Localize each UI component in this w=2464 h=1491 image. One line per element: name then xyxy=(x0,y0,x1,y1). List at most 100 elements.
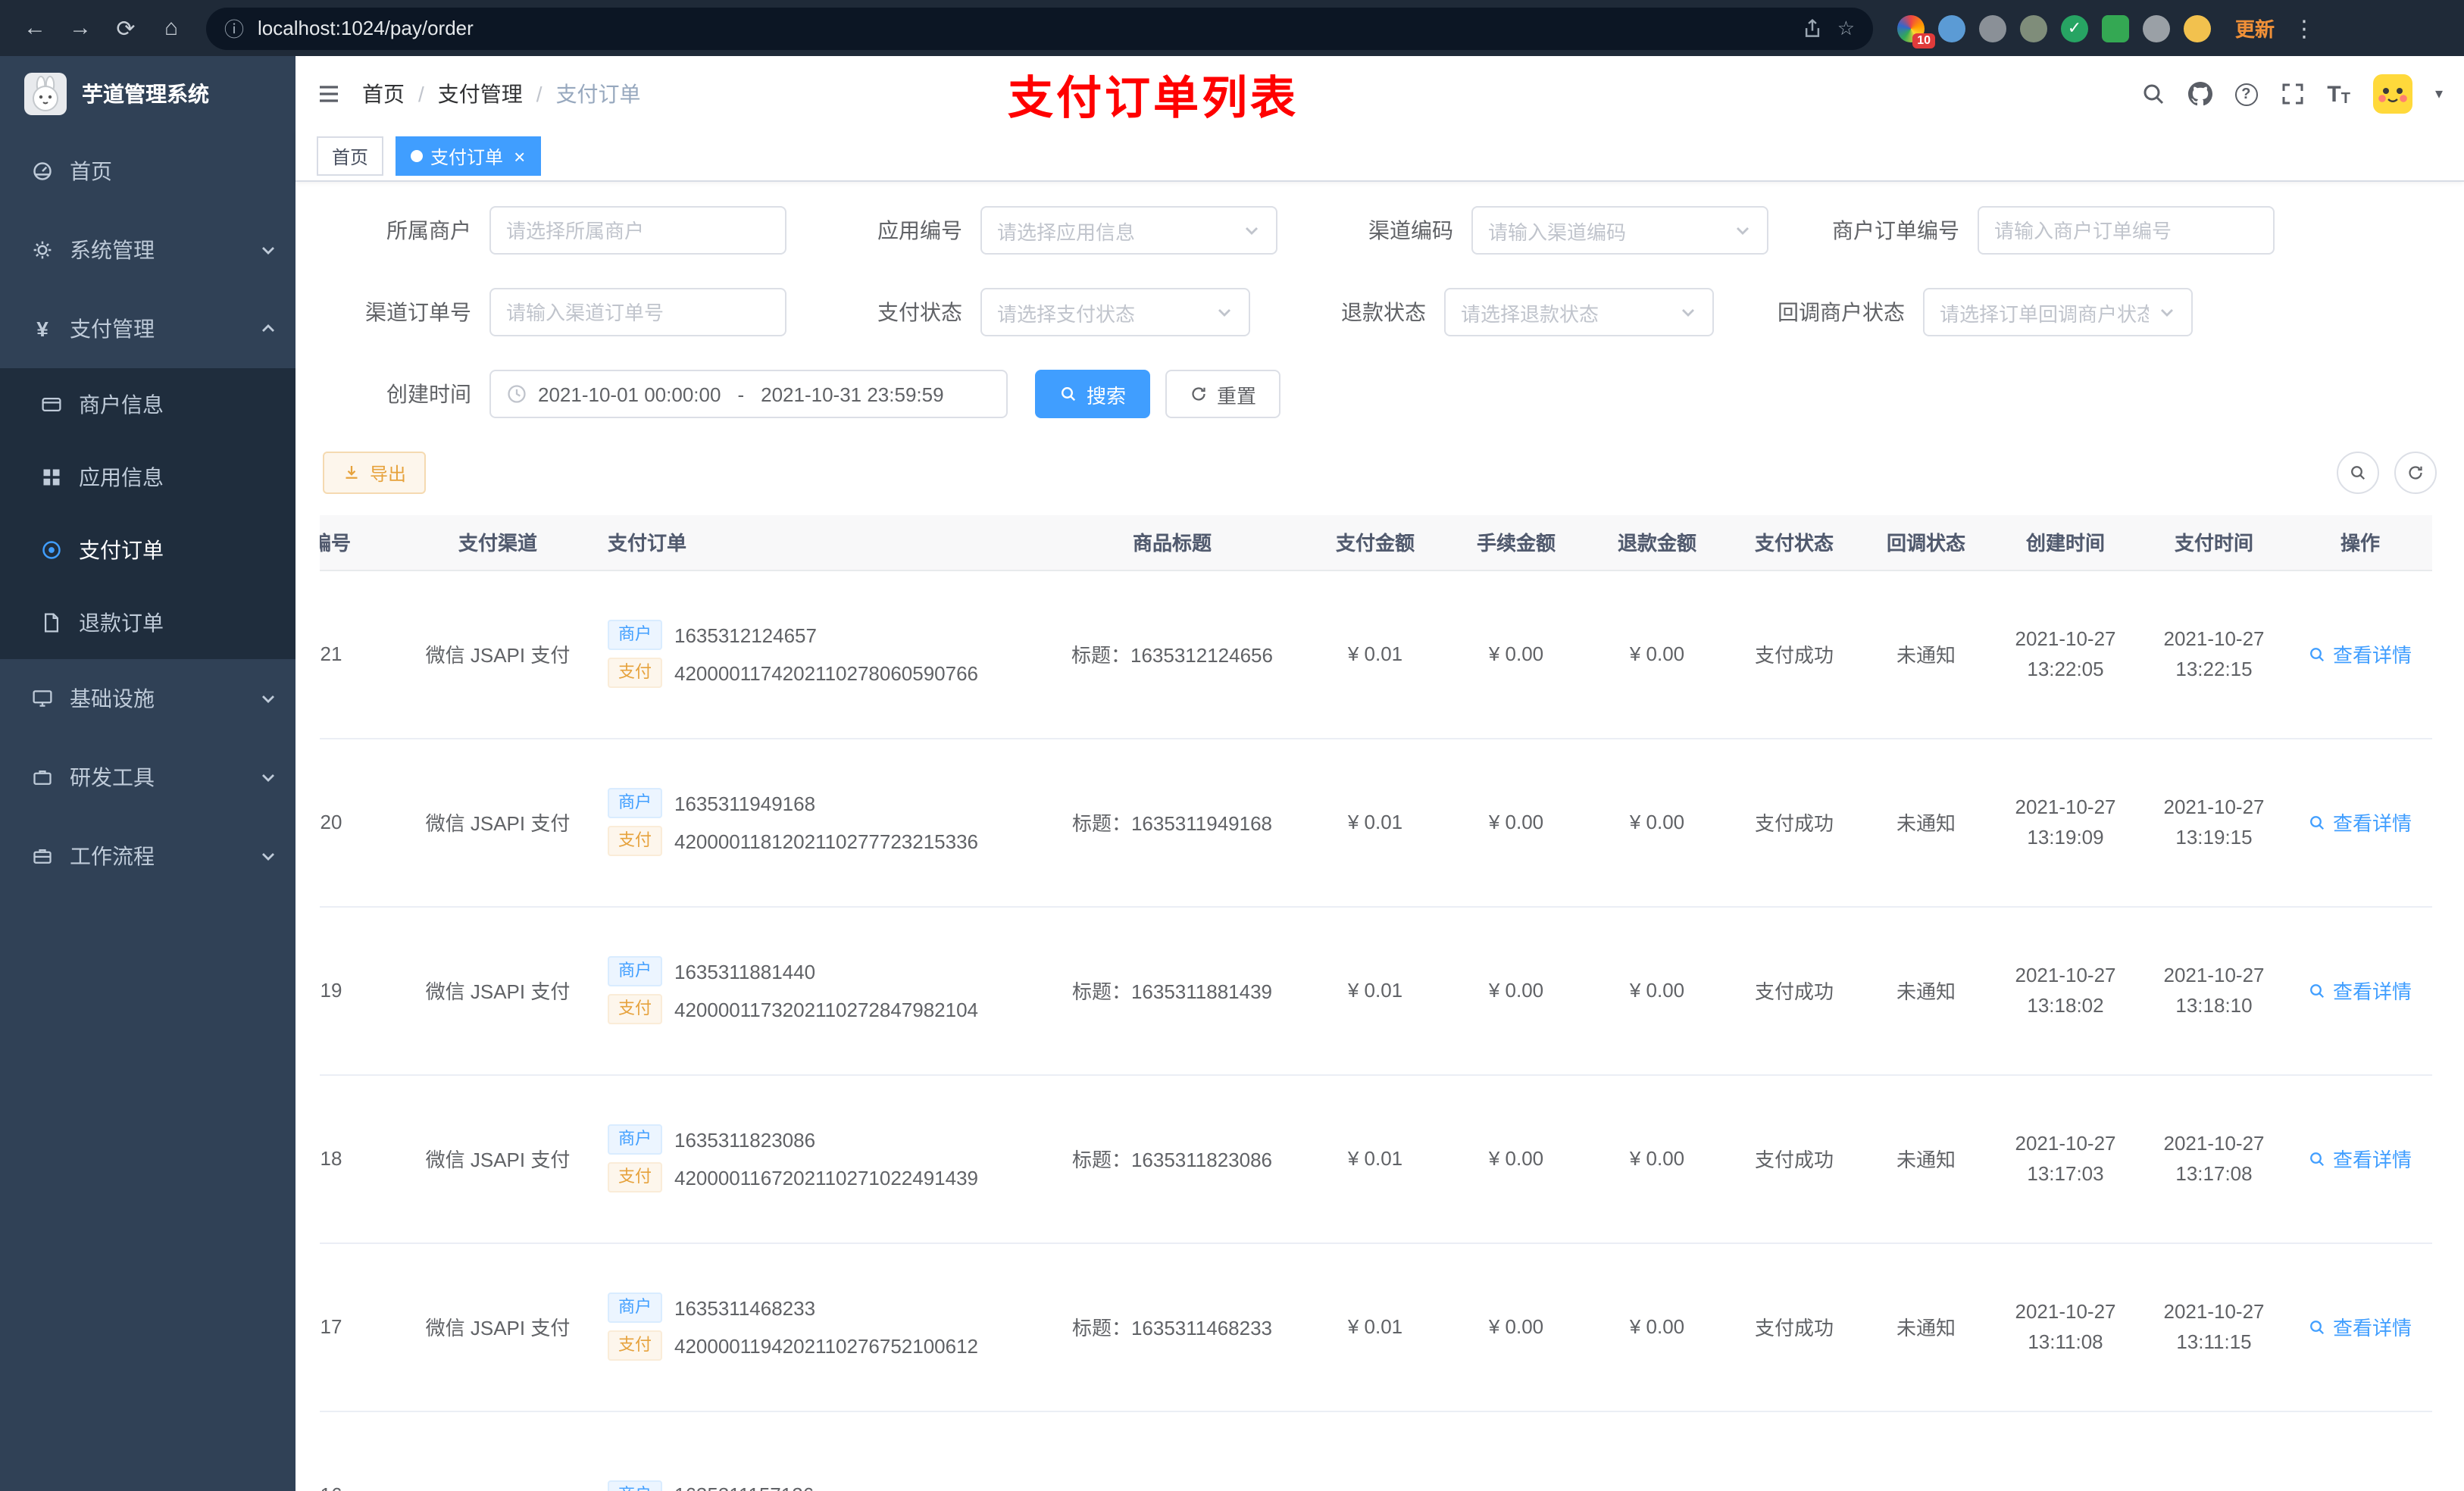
merchant-select[interactable] xyxy=(489,206,786,255)
merchant-input[interactable] xyxy=(506,219,770,242)
browser-chrome: ← → ⟳ ⌂ ⓘ localhost:1024/pay/order ☆ 10 … xyxy=(0,0,2464,56)
search-icon[interactable] xyxy=(2140,82,2165,106)
create-time-range-picker[interactable]: 2021-10-01 00:00:00 - 2021-10-31 23:59:5… xyxy=(489,370,1008,418)
export-button[interactable]: 导出 xyxy=(323,452,427,494)
channel-code-select[interactable]: 请输入渠道编码 xyxy=(1471,206,1768,255)
avatar-extension-icon[interactable] xyxy=(2184,14,2211,42)
extension-icon-6[interactable] xyxy=(2102,14,2129,42)
address-bar[interactable]: ⓘ localhost:1024/pay/order ☆ xyxy=(206,7,1873,49)
cell-id: 18 xyxy=(320,1074,403,1243)
sidebar-item-label: 商户信息 xyxy=(79,392,164,417)
refresh-button[interactable] xyxy=(2394,452,2437,494)
cell-action: 查看详情 xyxy=(2288,1074,2432,1243)
extension-icon-4[interactable] xyxy=(2020,14,2047,42)
cell-pay-time: 2021-10-27 13:17:08 xyxy=(2140,1074,2288,1243)
browser-update-button[interactable]: 更新 xyxy=(2235,14,2275,42)
cell-action: 查看详情 xyxy=(2288,1242,2432,1411)
sidebar-item-pay-order[interactable]: 支付订单 xyxy=(0,514,295,586)
sidebar-item-refund-order[interactable]: 退款订单 xyxy=(0,586,295,659)
document-icon xyxy=(39,612,64,633)
browser-back-button[interactable]: ← xyxy=(15,8,55,48)
sidebar-item-label: 基础设施 xyxy=(70,686,155,711)
browser-home-button[interactable]: ⌂ xyxy=(152,8,191,48)
dashboard-icon xyxy=(30,161,55,182)
pin-extension-icon[interactable] xyxy=(2143,14,2170,42)
github-icon[interactable] xyxy=(2187,82,2212,106)
sidebar-item-system[interactable]: 系统管理 xyxy=(0,211,295,289)
app-no-select[interactable]: 请选择应用信息 xyxy=(980,206,1277,255)
sidebar-item-label: 工作流程 xyxy=(70,844,155,868)
browser-menu-icon[interactable]: ⋮ xyxy=(2293,14,2315,42)
sidebar: 芋道管理系统 首页 系统管理 ¥ 支付管理 商户信息 应用信息 支付订单 退款订… xyxy=(0,56,295,1491)
workflow-icon xyxy=(30,846,55,867)
notify-status-select[interactable]: 请选择订单回调商户状态 xyxy=(1923,288,2193,336)
channel-order-no-label: 渠道订单号 xyxy=(365,300,471,324)
sidebar-item-payment[interactable]: ¥ 支付管理 xyxy=(0,289,295,368)
pay-badge: 支付 xyxy=(608,1330,662,1361)
tag-pay-order[interactable]: 支付订单 × xyxy=(396,136,541,176)
help-icon[interactable]: ? xyxy=(2234,83,2258,105)
gear-icon xyxy=(30,239,55,261)
chevron-down-icon[interactable]: ▾ xyxy=(2435,86,2443,102)
view-detail-link[interactable]: 查看详情 xyxy=(2309,976,2412,1005)
col-pay-time: 支付时间 xyxy=(2140,515,2288,570)
sidebar-item-workflow[interactable]: 工作流程 xyxy=(0,817,295,896)
sidebar-item-merchant-info[interactable]: 商户信息 xyxy=(0,368,295,441)
payment-submenu: 商户信息 应用信息 支付订单 退款订单 xyxy=(0,368,295,659)
cell-fee: ¥ 0.00 xyxy=(1446,738,1587,907)
view-detail-link[interactable]: 查看详情 xyxy=(2309,808,2412,836)
channel-order-no-field[interactable] xyxy=(489,288,786,336)
merchant-badge: 商户 xyxy=(608,1480,662,1491)
cell-action: 查看详情 xyxy=(2288,906,2432,1075)
share-icon[interactable] xyxy=(1803,17,1824,39)
col-amount: 支付金额 xyxy=(1305,515,1446,570)
close-icon[interactable]: × xyxy=(514,146,525,166)
view-detail-link[interactable]: 查看详情 xyxy=(2309,639,2412,668)
channel-order-no-input[interactable] xyxy=(506,301,770,324)
extension-icon-3[interactable] xyxy=(1979,14,2006,42)
sidebar-item-label: 应用信息 xyxy=(79,465,164,489)
cell-status: 支付成功 xyxy=(1728,738,1861,907)
breadcrumb-section[interactable]: 支付管理 xyxy=(438,79,523,109)
site-info-icon[interactable]: ⓘ xyxy=(224,14,244,42)
reset-button[interactable]: 重置 xyxy=(1165,370,1281,418)
avatar[interactable] xyxy=(2372,74,2412,114)
col-title: 商品标题 xyxy=(1040,515,1305,570)
extension-icon-5[interactable]: ✓ xyxy=(2061,14,2088,42)
merchant-badge: 商户 xyxy=(608,1124,662,1155)
sidebar-toggle-icon[interactable] xyxy=(317,82,341,106)
chevron-down-icon xyxy=(1679,303,1697,321)
extension-icon-2[interactable] xyxy=(1938,14,1965,42)
fullscreen-icon[interactable] xyxy=(2280,82,2304,106)
merchant-order-no-field[interactable] xyxy=(1978,206,2275,255)
font-size-icon[interactable]: TT xyxy=(2327,81,2350,107)
cell-channel: 微信 JSAPI 支付 xyxy=(403,1074,593,1243)
app-title: 芋道管理系统 xyxy=(82,82,209,106)
sidebar-item-dev-tools[interactable]: 研发工具 xyxy=(0,738,295,817)
bookmark-star-icon[interactable]: ☆ xyxy=(1837,16,1855,40)
page-content: 所属商户 应用编号 请选择应用信息 渠道编码 xyxy=(295,182,2464,1491)
browser-forward-button[interactable]: → xyxy=(61,8,100,48)
merchant-label: 所属商户 xyxy=(386,218,471,242)
sidebar-item-app-info[interactable]: 应用信息 xyxy=(0,441,295,514)
url-text[interactable]: localhost:1024/pay/order xyxy=(258,17,1789,39)
sidebar-item-infra[interactable]: 基础设施 xyxy=(0,659,295,738)
pay-order-no: 4200001173202110272847982104 xyxy=(674,998,979,1021)
pay-status-select[interactable]: 请选择支付状态 xyxy=(980,288,1250,336)
cell-order: 商户 1635311157126 xyxy=(593,1411,1040,1491)
view-detail-link[interactable]: 查看详情 xyxy=(2309,1312,2412,1341)
cell-create-time: 2021-10-27 13:17:03 xyxy=(1991,1074,2140,1243)
view-detail-link[interactable]: 查看详情 xyxy=(2309,1144,2412,1173)
breadcrumb-home[interactable]: 首页 xyxy=(362,79,405,109)
toggle-search-button[interactable] xyxy=(2337,452,2379,494)
refund-status-select[interactable]: 请选择退款状态 xyxy=(1444,288,1714,336)
cell-id: 21 xyxy=(320,570,403,739)
search-button[interactable]: 搜索 xyxy=(1035,370,1151,418)
extension-icon-1[interactable]: 10 xyxy=(1897,14,1935,48)
browser-reload-button[interactable]: ⟳ xyxy=(106,8,145,48)
sidebar-item-home[interactable]: 首页 xyxy=(0,132,295,211)
tag-home[interactable]: 首页 xyxy=(317,136,384,176)
merchant-order-no-input[interactable] xyxy=(1994,219,2258,242)
date-separator: - xyxy=(737,383,745,405)
screen: ← → ⟳ ⌂ ⓘ localhost:1024/pay/order ☆ 10 … xyxy=(0,0,2464,1491)
